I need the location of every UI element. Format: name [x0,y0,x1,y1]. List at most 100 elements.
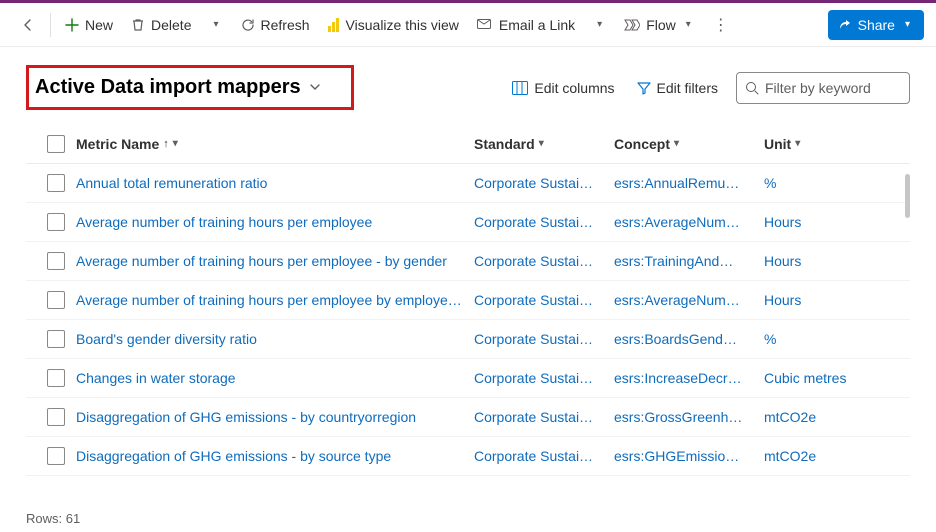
cell-unit[interactable]: % [764,175,884,191]
new-label: New [85,17,113,33]
cell-standard[interactable]: Corporate Sustai… [474,175,614,191]
cell-concept[interactable]: esrs:GrossGreenh… [614,409,764,425]
table-row[interactable]: Board's gender diversity ratioCorporate … [26,320,910,359]
chevron-down-icon[interactable] [309,80,321,96]
share-button[interactable]: Share ▾ [828,10,924,40]
new-button[interactable]: New [57,9,121,41]
checkbox-icon [47,447,65,465]
chevron-down-icon: ▾ [682,19,695,30]
cell-metric-name[interactable]: Average number of training hours per emp… [76,253,474,269]
sort-asc-icon: ↑ [163,138,169,150]
email-link-button[interactable]: Email a Link [469,9,583,41]
cell-unit[interactable]: Hours [764,253,884,269]
table-body: Annual total remuneration ratioCorporate… [26,164,910,476]
back-button[interactable] [12,9,44,41]
checkbox-icon [47,291,65,309]
column-header-metric-name[interactable]: Metric Name ↑ ▾ [76,136,474,152]
share-icon [838,18,852,32]
cell-unit[interactable]: Hours [764,214,884,230]
row-select[interactable] [36,213,76,231]
plus-icon [65,18,79,32]
cell-metric-name[interactable]: Disaggregation of GHG emissions - by sou… [76,448,474,464]
cell-concept[interactable]: esrs:GHGEmissio… [614,448,764,464]
cell-standard[interactable]: Corporate Sustai… [474,214,614,230]
search-icon [745,81,759,95]
cell-unit[interactable]: Hours [764,292,884,308]
delete-dropdown[interactable]: ▾ [201,9,230,41]
cell-metric-name[interactable]: Average number of training hours per emp… [76,292,474,308]
table-row[interactable]: Average number of training hours per emp… [26,281,910,320]
col-label: Metric Name [76,136,159,152]
cell-standard[interactable]: Corporate Sustai… [474,370,614,386]
filter-icon [637,81,651,95]
flow-button[interactable]: Flow ▾ [616,9,703,41]
cell-standard[interactable]: Corporate Sustai… [474,331,614,347]
col-label: Standard [474,136,535,152]
table-row[interactable]: Annual total remuneration ratioCorporate… [26,164,910,203]
view-title[interactable]: Active Data import mappers [35,76,301,99]
view-title-highlight: Active Data import mappers [26,65,354,110]
delete-button[interactable]: Delete [123,9,199,41]
chevron-down-icon: ▾ [173,138,178,149]
cell-concept[interactable]: esrs:TrainingAnd… [614,253,764,269]
visualize-button[interactable]: Visualize this view [320,9,467,41]
checkbox-icon [47,369,65,387]
col-label: Unit [764,136,791,152]
col-label: Concept [614,136,670,152]
cell-concept[interactable]: esrs:BoardsGend… [614,331,764,347]
cell-concept[interactable]: esrs:AnnualRemu… [614,175,764,191]
checkbox-icon [47,252,65,270]
checkbox-icon [47,408,65,426]
cell-metric-name[interactable]: Annual total remuneration ratio [76,175,474,191]
refresh-button[interactable]: Refresh [233,9,318,41]
chevron-down-icon: ▾ [539,138,544,149]
email-link-label: Email a Link [499,17,575,33]
email-link-dropdown[interactable]: ▾ [585,9,614,41]
cell-unit[interactable]: % [764,331,884,347]
search-box[interactable] [736,72,910,104]
refresh-icon [241,18,255,32]
edit-columns-button[interactable]: Edit columns [508,76,618,100]
table-row[interactable]: Disaggregation of GHG emissions - by sou… [26,437,910,476]
cell-unit[interactable]: mtCO2e [764,409,884,425]
cell-concept[interactable]: esrs:AverageNum… [614,214,764,230]
edit-filters-button[interactable]: Edit filters [633,76,722,100]
cell-concept[interactable]: esrs:IncreaseDecr… [614,370,764,386]
cell-metric-name[interactable]: Board's gender diversity ratio [76,331,474,347]
cell-standard[interactable]: Corporate Sustai… [474,292,614,308]
row-select[interactable] [36,369,76,387]
row-select[interactable] [36,330,76,348]
table-row[interactable]: Changes in water storageCorporate Sustai… [26,359,910,398]
column-header-unit[interactable]: Unit ▾ [764,136,884,152]
command-bar: New Delete ▾ Refresh Visualize this view… [0,3,936,47]
scrollbar-thumb[interactable] [905,174,910,218]
table-row[interactable]: Average number of training hours per emp… [26,242,910,281]
column-header-concept[interactable]: Concept ▾ [614,136,764,152]
search-input[interactable] [765,80,901,96]
view-header-row: Active Data import mappers Edit columns … [26,65,910,110]
row-select[interactable] [36,252,76,270]
cell-unit[interactable]: mtCO2e [764,448,884,464]
chevron-down-icon: ▾ [209,19,222,30]
cell-metric-name[interactable]: Average number of training hours per emp… [76,214,474,230]
cell-standard[interactable]: Corporate Sustai… [474,448,614,464]
cell-unit[interactable]: Cubic metres [764,370,884,386]
cell-metric-name[interactable]: Changes in water storage [76,370,474,386]
table-row[interactable]: Disaggregation of GHG emissions - by cou… [26,398,910,437]
select-all-cell[interactable] [36,135,76,153]
overflow-button[interactable]: ⋮ [705,9,738,41]
edit-columns-label: Edit columns [534,80,614,96]
edit-filters-label: Edit filters [657,80,718,96]
table-row[interactable]: Average number of training hours per emp… [26,203,910,242]
row-select[interactable] [36,291,76,309]
email-icon [477,19,493,31]
row-select[interactable] [36,447,76,465]
cell-standard[interactable]: Corporate Sustai… [474,409,614,425]
cell-metric-name[interactable]: Disaggregation of GHG emissions - by cou… [76,409,474,425]
row-select[interactable] [36,174,76,192]
cell-concept[interactable]: esrs:AverageNum… [614,292,764,308]
column-header-standard[interactable]: Standard ▾ [474,136,614,152]
checkbox-icon [47,174,65,192]
cell-standard[interactable]: Corporate Sustai… [474,253,614,269]
row-select[interactable] [36,408,76,426]
